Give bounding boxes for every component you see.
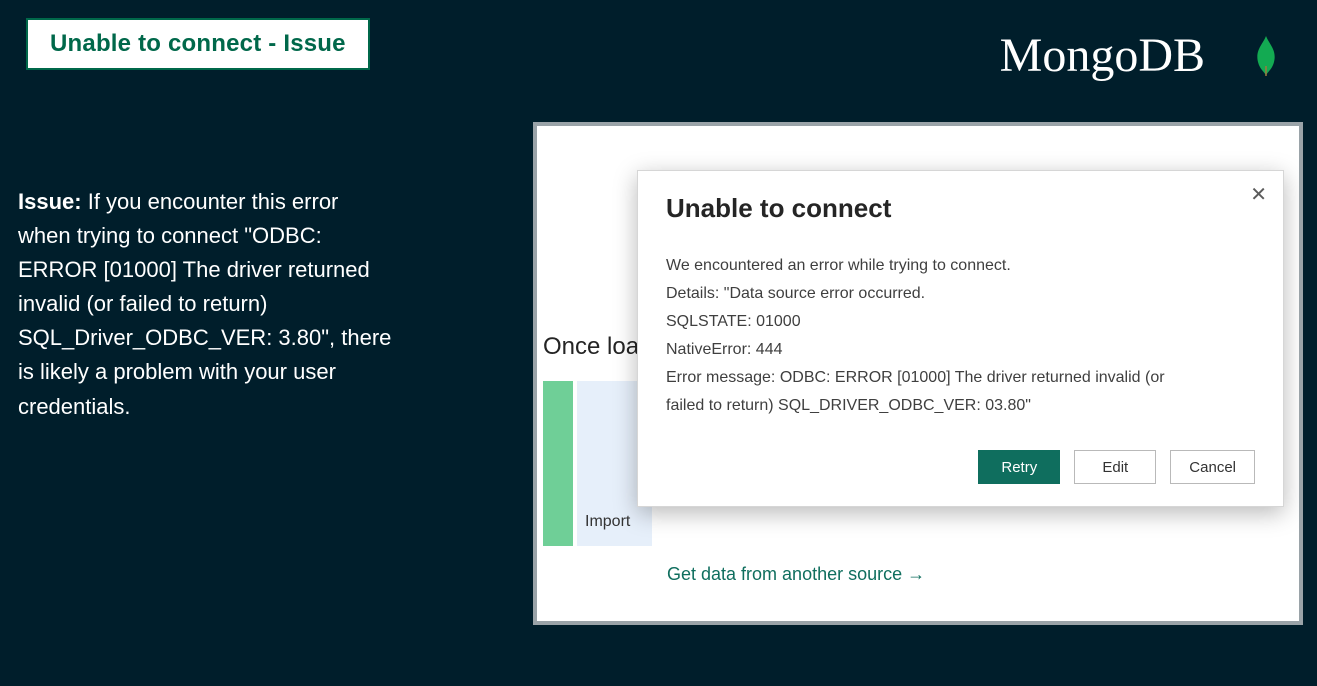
cancel-button[interactable]: Cancel: [1170, 450, 1255, 484]
issue-body: If you encounter this error when trying …: [18, 189, 391, 419]
brand-block: MongoDB: [1000, 28, 1277, 83]
brand-name: MongoDB: [1000, 28, 1205, 83]
background-import-label: Import: [585, 513, 630, 531]
dialog-line-native: NativeError: 444: [666, 336, 1255, 364]
dialog-actions: Retry Edit Cancel: [666, 450, 1255, 484]
mongodb-leaf-icon: [1255, 36, 1277, 76]
close-icon[interactable]: ✕: [1250, 185, 1267, 205]
get-data-another-source-link[interactable]: Get data from another source →: [667, 564, 925, 585]
issue-description: Issue: If you encounter this error when …: [18, 185, 396, 424]
dialog-line-sqlstate: SQLSTATE: 01000: [666, 308, 1255, 336]
issue-label: Issue:: [18, 189, 82, 214]
slide-title-card: Unable to connect - Issue: [26, 18, 370, 70]
retry-button[interactable]: Retry: [978, 450, 1060, 484]
edit-button[interactable]: Edit: [1074, 450, 1156, 484]
dialog-line-error-1: Error message: ODBC: ERROR [01000] The d…: [666, 364, 1255, 392]
dialog-line-intro: We encountered an error while trying to …: [666, 252, 1255, 280]
dialog-line-details: Details: "Data source error occurred.: [666, 280, 1255, 308]
background-green-strip: [543, 381, 573, 546]
background-partial-text: Once loa: [543, 333, 639, 361]
dialog-title: Unable to connect: [666, 193, 1255, 224]
dialog-body: We encountered an error while trying to …: [666, 252, 1255, 420]
screenshot-panel: Once loa Import Get data from another so…: [533, 122, 1303, 625]
error-dialog: ✕ Unable to connect We encountered an er…: [637, 170, 1284, 507]
dialog-line-error-2: failed to return) SQL_DRIVER_ODBC_VER: 0…: [666, 392, 1255, 420]
slide-title: Unable to connect - Issue: [50, 30, 346, 58]
